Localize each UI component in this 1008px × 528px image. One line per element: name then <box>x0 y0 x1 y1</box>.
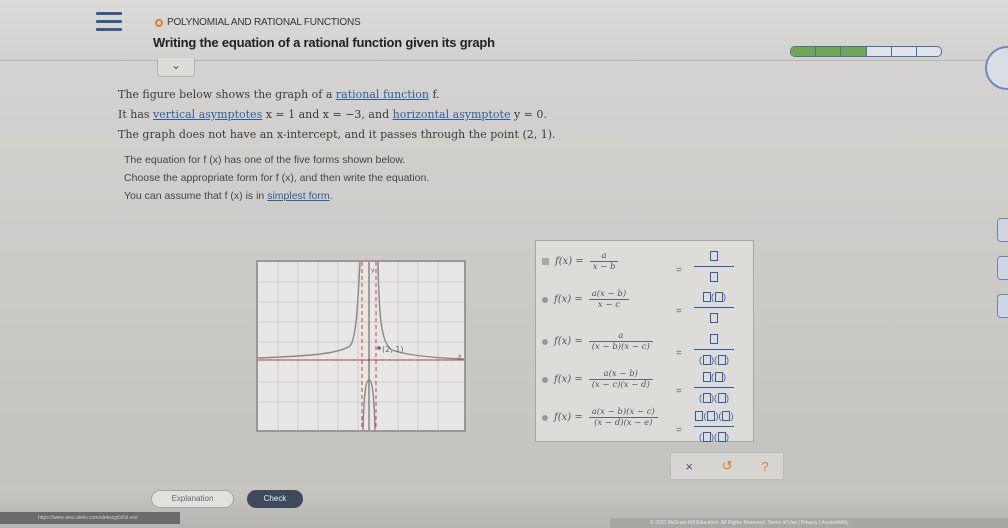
graph-point-label: (2, 1) <box>382 345 404 354</box>
placeholder-box-icon <box>722 410 730 421</box>
horizontal-asymptote-link[interactable]: horizontal asymptote <box>393 108 511 121</box>
menu-bar-icon <box>96 20 122 23</box>
choice-option-5[interactable]: f(x) = a(x − b)(x − c) (x − d)(x − e) <box>542 407 658 428</box>
placeholder-box-icon <box>702 371 711 382</box>
radio-icon[interactable] <box>542 296 548 303</box>
instructions: The equation for f (x) has one of the fi… <box>124 154 429 208</box>
account-circle-icon[interactable] <box>985 46 1008 90</box>
choice-option-1[interactable]: f(x) = a x − b <box>542 251 619 272</box>
problem-line-3: The graph does not have an x-intercept, … <box>118 128 556 141</box>
placeholder-box-icon <box>695 410 703 421</box>
placeholder-box-icon <box>714 291 723 302</box>
placeholder-box-icon <box>710 312 718 323</box>
mail-icon[interactable] <box>997 294 1008 318</box>
status-url: https://www-awu.aleks.com/alekscgi/x/Isl… <box>0 512 180 524</box>
problem-text: The figure below shows the graph of a ra… <box>118 88 556 148</box>
menu-bar-icon <box>96 12 122 15</box>
radio-icon[interactable] <box>542 376 548 383</box>
undo-button[interactable]: ↺ <box>722 458 733 474</box>
menu-button[interactable] <box>96 12 122 36</box>
topic-circle-icon <box>155 19 163 27</box>
choice-option-2[interactable]: f(x) = a(x − b) x − c <box>542 289 630 310</box>
help-button[interactable]: ? <box>761 459 768 474</box>
function-graph: (2, 1) y x <box>256 260 466 432</box>
side-tab-icon[interactable] <box>997 256 1008 280</box>
instruction-line-2: Choose the appropriate form for f (x), a… <box>124 172 430 184</box>
placeholder-box-icon <box>707 410 715 421</box>
placeholder-box-icon <box>710 333 718 344</box>
placeholder-box-icon <box>702 392 711 403</box>
grid-lines <box>258 262 464 430</box>
placeholder-box-icon <box>717 354 726 365</box>
graph-svg: (2, 1) y x <box>258 262 464 430</box>
placeholder-box-icon <box>710 250 718 261</box>
x-axis-label: x <box>458 353 462 360</box>
action-bar: × ↺ ? <box>670 452 784 480</box>
vertical-asymptotes-link[interactable]: vertical asymptotes <box>153 108 262 121</box>
progress-segment <box>917 47 941 56</box>
progress-segment <box>791 47 817 56</box>
radio-icon[interactable] <box>542 258 549 265</box>
simplest-form-link[interactable]: simplest form <box>267 190 329 202</box>
graph-point <box>377 346 381 350</box>
curve-left-branch <box>258 262 361 359</box>
page-title: Writing the equation of a rational funct… <box>153 35 495 50</box>
radio-icon[interactable] <box>542 338 548 345</box>
copyright-text: © 2020 McGraw-Hill Education. All Rights… <box>610 518 1008 528</box>
progress-bar <box>790 46 942 57</box>
placeholder-box-icon <box>710 271 718 282</box>
clear-button[interactable]: × <box>685 459 693 474</box>
placeholder-box-icon <box>717 392 726 403</box>
header: POLYNOMIAL AND RATIONAL FUNCTIONS Writin… <box>0 0 1008 90</box>
rational-function-link[interactable]: rational function <box>336 88 429 101</box>
template-fraction-3[interactable]: = ()() <box>676 330 738 369</box>
placeholder-box-icon <box>702 431 711 442</box>
side-tab-icon[interactable] <box>997 218 1008 242</box>
template-fraction-4[interactable]: = ()()() <box>676 368 738 407</box>
y-axis-label: y <box>371 267 375 274</box>
placeholder-box-icon <box>717 431 726 442</box>
placeholder-box-icon <box>714 371 723 382</box>
check-button[interactable]: Check <box>247 490 303 508</box>
collapse-button[interactable]: ⌄ <box>157 58 195 77</box>
template-fraction-5[interactable]: = ()()()() <box>676 407 738 446</box>
progress-segment <box>867 47 892 56</box>
progress-segment <box>816 47 842 56</box>
app-screen: POLYNOMIAL AND RATIONAL FUNCTIONS Writin… <box>0 0 1008 528</box>
placeholder-box-icon <box>702 291 711 302</box>
radio-icon[interactable] <box>542 414 548 421</box>
progress-segment <box>841 47 867 56</box>
chevron-down-icon: ⌄ <box>170 58 182 72</box>
choice-option-3[interactable]: f(x) = a (x − b)(x − c) <box>542 331 653 352</box>
placeholder-box-icon <box>702 354 711 365</box>
instruction-line-1: The equation for f (x) has one of the fi… <box>124 154 406 166</box>
template-fraction-1[interactable]: = <box>676 247 738 286</box>
topic-label: POLYNOMIAL AND RATIONAL FUNCTIONS <box>155 17 361 28</box>
menu-bar-icon <box>96 28 122 31</box>
explanation-button[interactable]: Explanation <box>151 490 234 508</box>
problem-line-2: It has vertical asymptotes x = 1 and x =… <box>118 108 547 121</box>
template-fraction-2[interactable]: = () <box>676 288 738 327</box>
problem-line-1: The figure below shows the graph of a ra… <box>118 88 440 101</box>
progress-segment <box>892 47 917 56</box>
instruction-line-3: You can assume that f (x) is in simplest… <box>124 190 333 202</box>
choice-option-4[interactable]: f(x) = a(x − b) (x − c)(x − d) <box>542 369 653 390</box>
